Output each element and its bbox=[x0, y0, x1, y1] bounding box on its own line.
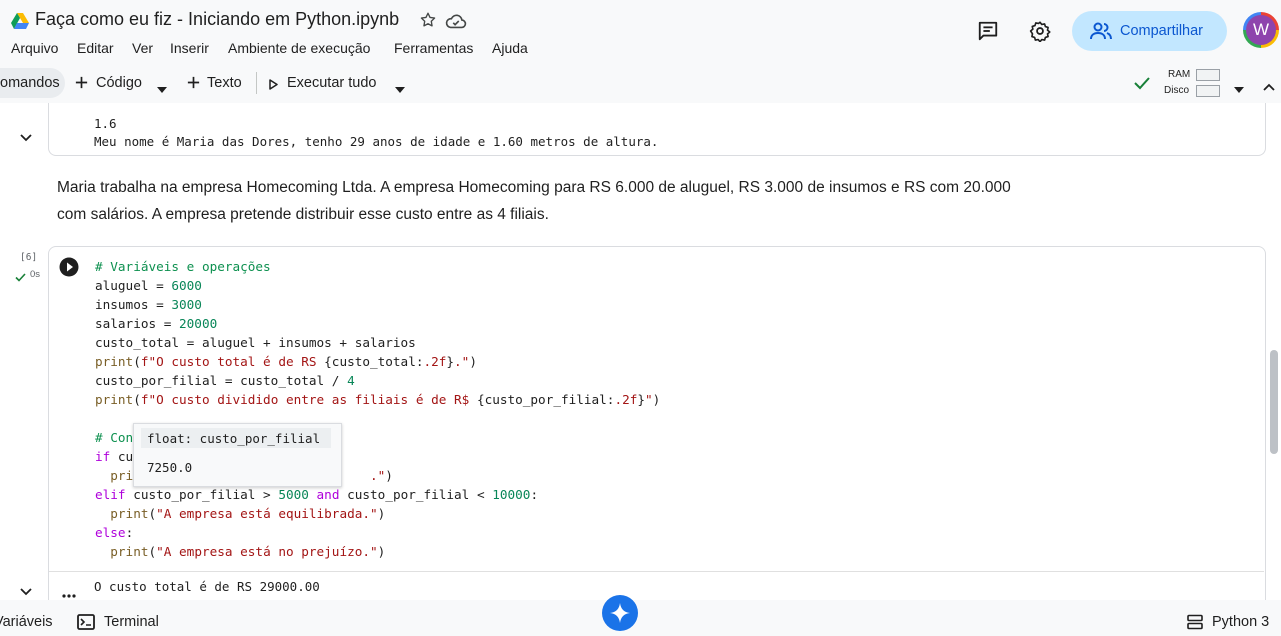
execution-count: [6] bbox=[20, 252, 38, 263]
menu-editar[interactable]: Editar bbox=[77, 40, 114, 56]
menu-ver[interactable]: Ver bbox=[132, 40, 153, 56]
disk-meter[interactable] bbox=[1196, 85, 1220, 97]
code-line[interactable]: print(f"O custo total é de RS {custo_tot… bbox=[95, 354, 477, 369]
notebook-title[interactable]: Faça como eu fiz - Iniciando em Python.i… bbox=[35, 9, 399, 30]
kernel-server-icon[interactable] bbox=[1187, 614, 1203, 635]
connected-check-icon bbox=[1134, 76, 1150, 95]
commands-label: omandos bbox=[0, 75, 60, 91]
exec-success-check-icon bbox=[15, 269, 26, 287]
output-divider bbox=[49, 571, 1264, 572]
ram-meter[interactable] bbox=[1196, 69, 1220, 81]
code-line[interactable]: custo_total = aluguel + insumos + salari… bbox=[95, 335, 416, 350]
code-line[interactable]: print("A empresa está no prejuízo.") bbox=[95, 544, 385, 559]
terminal-button[interactable]: Terminal bbox=[104, 614, 159, 630]
variables-button[interactable]: Variáveis bbox=[0, 614, 53, 630]
play-outline-icon bbox=[269, 77, 278, 95]
toolbar-divider bbox=[256, 72, 257, 94]
text-cell-line: Maria trabalha na empresa Homecoming Ltd… bbox=[57, 179, 1011, 196]
text-cell-line: com salários. A empresa pretende distrib… bbox=[57, 206, 549, 223]
account-avatar[interactable]: W bbox=[1246, 15, 1276, 45]
notebook-scrollbar[interactable] bbox=[1270, 350, 1278, 454]
code-line[interactable]: aluguel = 6000 bbox=[95, 278, 202, 293]
execution-time: 0s bbox=[30, 269, 41, 280]
plus-icon bbox=[74, 75, 89, 95]
code-line[interactable]: print(f"O custo dividido entre as filiai… bbox=[95, 392, 660, 407]
ram-label: RAM bbox=[1168, 69, 1191, 80]
chevron-down-icon[interactable] bbox=[1234, 80, 1244, 98]
people-icon bbox=[1089, 21, 1113, 46]
run-cell-play-icon[interactable] bbox=[59, 257, 79, 282]
tooltip-signature: float: custo_por_filial bbox=[147, 431, 321, 446]
menu-inserir[interactable]: Inserir bbox=[170, 40, 209, 56]
menu-ferramentas[interactable]: Ferramentas bbox=[394, 40, 473, 56]
terminal-icon[interactable] bbox=[77, 614, 95, 635]
star-icon[interactable] bbox=[419, 11, 437, 34]
settings-gear-icon[interactable] bbox=[1029, 20, 1051, 47]
code-line[interactable]: else: bbox=[95, 525, 133, 540]
menu-arquivo[interactable]: Arquivo bbox=[11, 40, 58, 56]
add-text-button[interactable]: Texto bbox=[207, 75, 242, 91]
collapse-chevron-icon[interactable] bbox=[20, 583, 32, 601]
code-line[interactable]: print("A empresa está equilibrada.") bbox=[95, 506, 385, 521]
chevron-down-icon[interactable] bbox=[395, 80, 405, 98]
code-line[interactable]: salarios = 20000 bbox=[95, 316, 217, 331]
menu-ajuda[interactable]: Ajuda bbox=[492, 40, 528, 56]
chevron-up-icon[interactable] bbox=[1263, 78, 1275, 96]
drive-logo-icon[interactable] bbox=[11, 13, 29, 34]
chevron-down-icon[interactable] bbox=[157, 80, 167, 98]
add-code-button[interactable]: Código bbox=[96, 75, 142, 91]
menu-ambiente-execucao[interactable]: Ambiente de execução bbox=[228, 40, 370, 56]
output-line: 1.6 bbox=[94, 116, 117, 131]
comments-icon[interactable] bbox=[977, 20, 999, 47]
kernel-label[interactable]: Python 3 bbox=[1212, 614, 1269, 630]
cloud-saved-icon[interactable] bbox=[445, 12, 467, 35]
code-line[interactable]: custo_por_filial = custo_total / 4 bbox=[95, 373, 355, 388]
code-line[interactable]: if cu bbox=[95, 449, 133, 464]
cell-output-line: O custo total é de RS 29000.00 bbox=[94, 579, 320, 594]
disk-label: Disco bbox=[1164, 85, 1190, 96]
code-line[interactable]: elif custo_por_filial > 5000 and custo_p… bbox=[95, 487, 538, 502]
share-button-label: Compartilhar bbox=[1120, 23, 1203, 39]
collapse-chevron-icon[interactable] bbox=[20, 129, 32, 147]
tooltip-value: 7250.0 bbox=[147, 460, 193, 475]
run-all-button[interactable]: Executar tudo bbox=[287, 75, 376, 91]
sparkle-icon bbox=[610, 603, 630, 628]
code-line[interactable]: # Con bbox=[95, 430, 133, 445]
code-line[interactable]: insumos = 3000 bbox=[95, 297, 202, 312]
code-line[interactable]: # Variáveis e operações bbox=[95, 259, 271, 274]
plus-icon bbox=[186, 75, 201, 95]
status-bar bbox=[0, 600, 1281, 636]
output-line: Meu nome é Maria das Dores, tenho 29 ano… bbox=[94, 134, 659, 149]
